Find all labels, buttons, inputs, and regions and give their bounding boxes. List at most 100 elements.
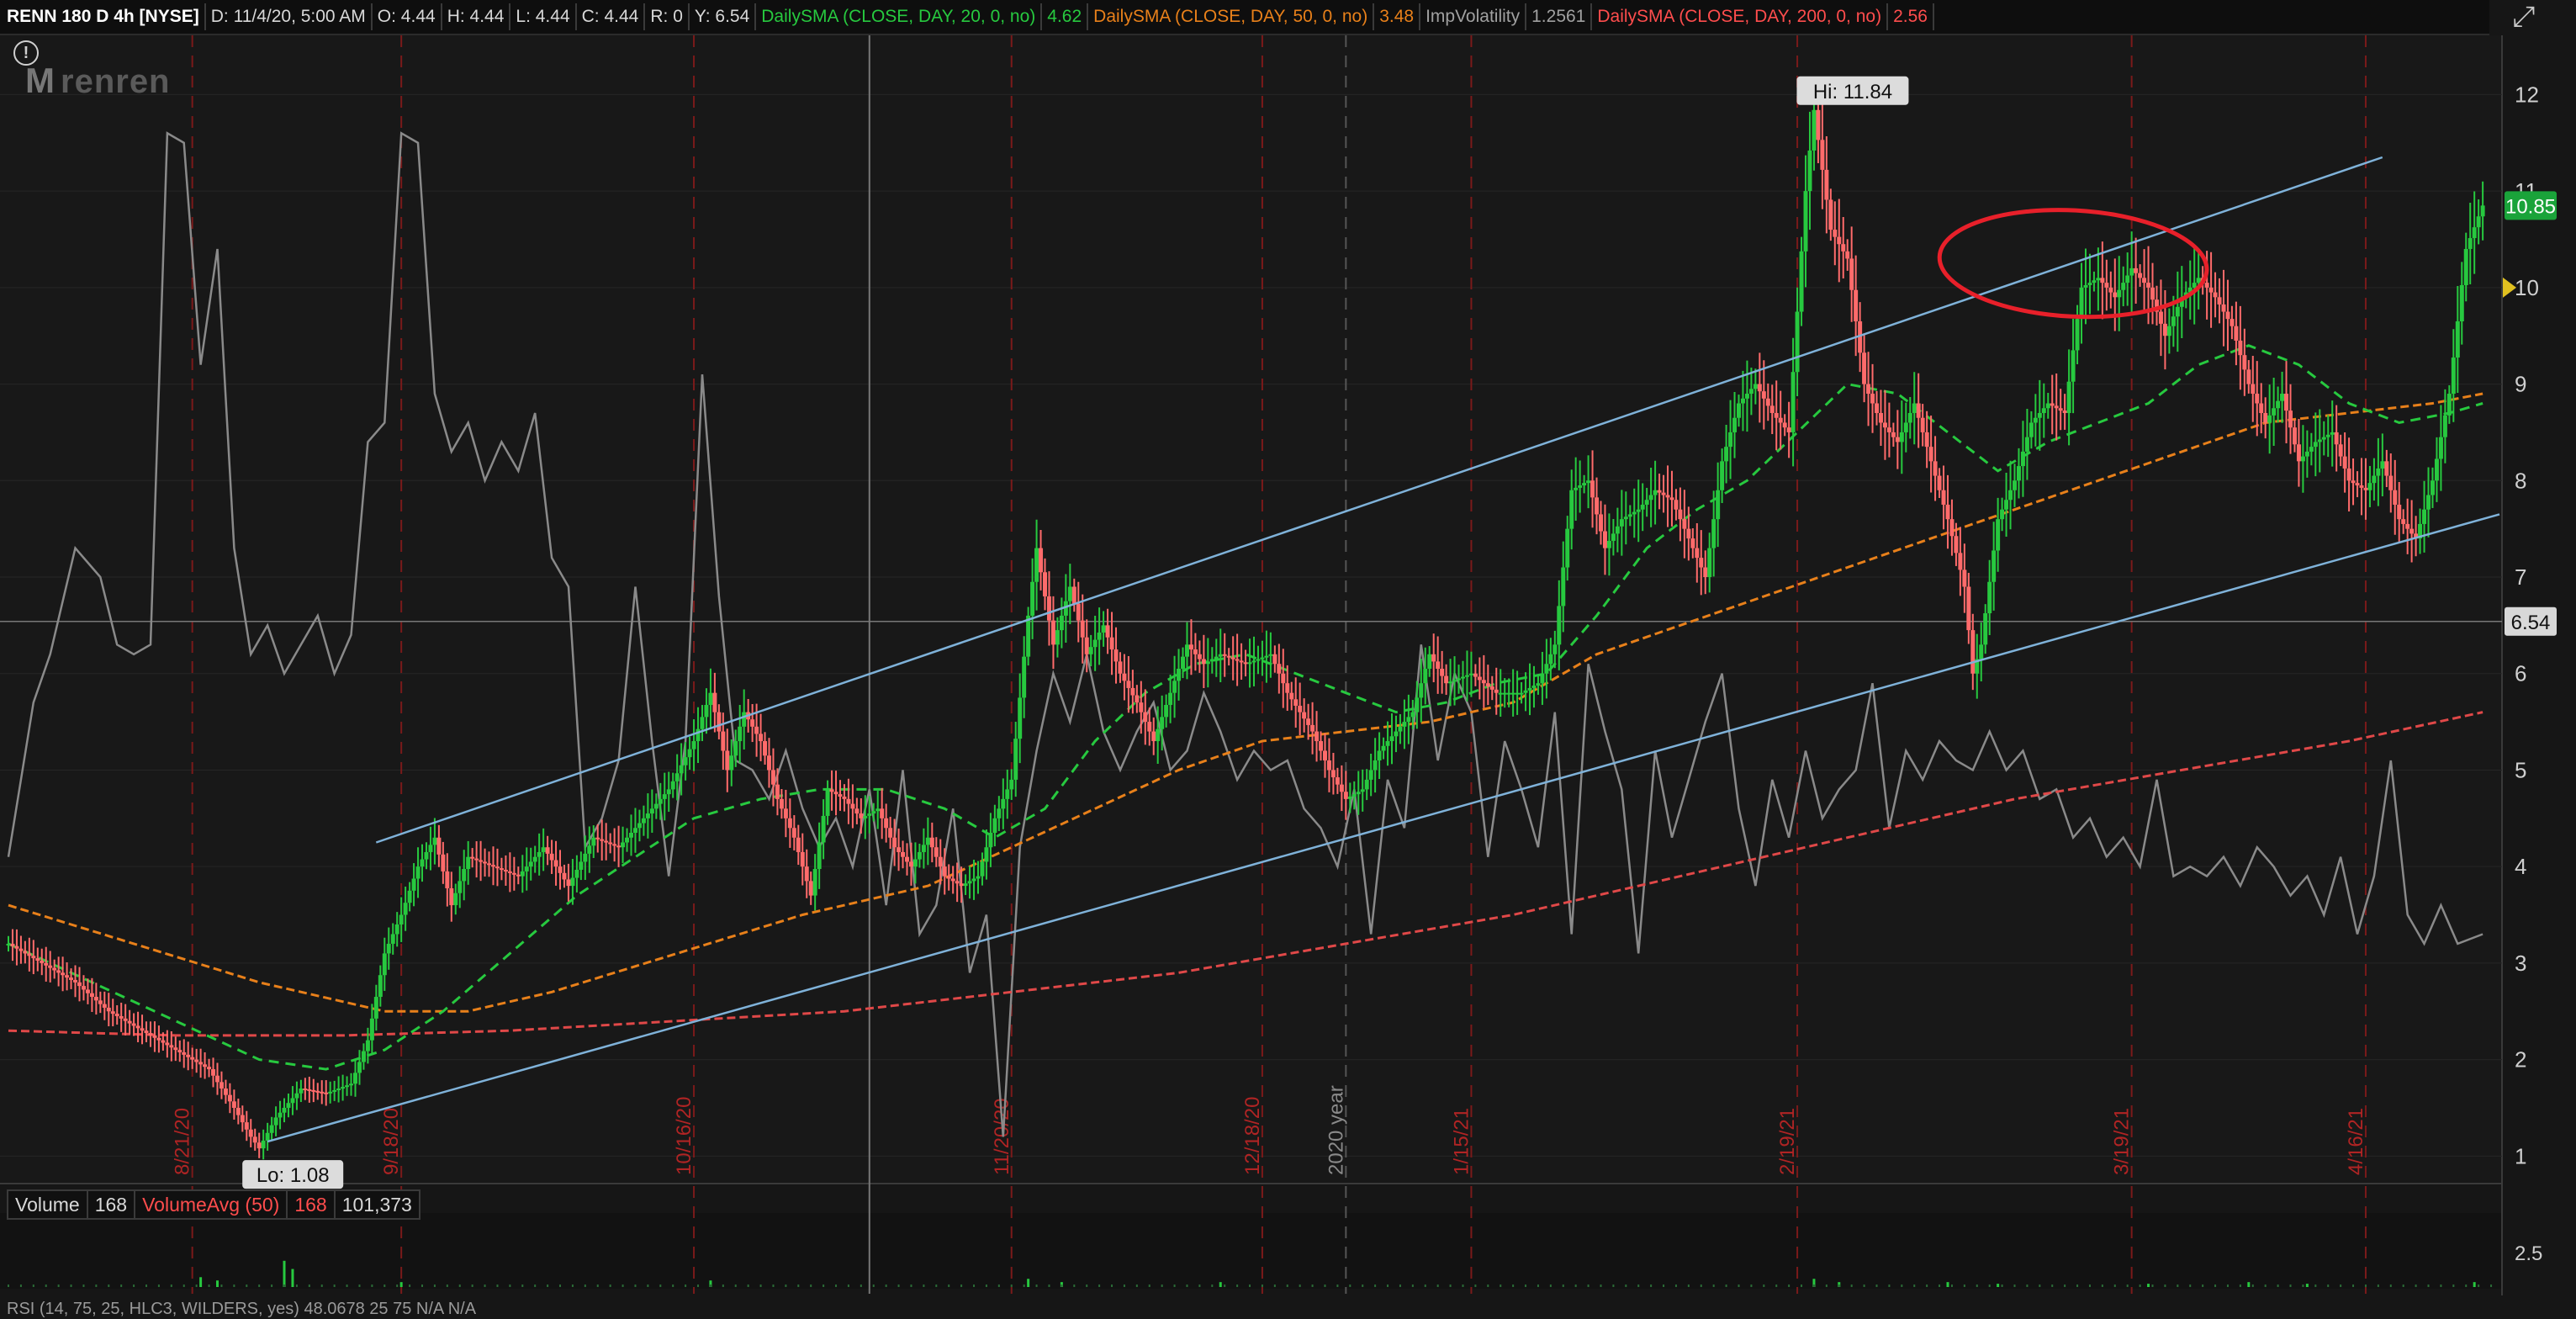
candle-body — [738, 726, 743, 742]
candle-body — [2255, 394, 2260, 404]
price-chart[interactable]: 1234567891011128/21/20 9/18/20 10/16/20 11/… — [0, 35, 2576, 1313]
candle-body — [1627, 514, 1632, 517]
candle-body — [1039, 548, 1044, 573]
volume-bar — [1211, 1285, 1214, 1287]
symbol-label[interactable]: RENN 180 D 4h [NYSE] — [0, 3, 206, 30]
candle-body — [1326, 760, 1331, 771]
candle-body — [537, 851, 542, 857]
candle-body — [286, 1103, 291, 1108]
candle-body — [674, 773, 680, 781]
candle-body — [1209, 659, 1214, 662]
candle-body — [791, 828, 796, 838]
candle-body — [2020, 451, 2025, 467]
candle-body — [700, 717, 705, 729]
volume-label[interactable]: Volume — [7, 1189, 88, 1220]
candle-body — [1828, 199, 1833, 230]
volume-bar — [120, 1285, 123, 1287]
candle-body — [373, 997, 378, 1019]
candle-body — [1569, 490, 1574, 529]
candle-body — [1648, 495, 1653, 501]
volume-bar — [1738, 1285, 1740, 1287]
candle-body — [119, 1015, 124, 1019]
candle-body — [1795, 311, 1800, 373]
candle-body — [566, 879, 571, 887]
candle-body — [382, 953, 387, 976]
candle-body — [2213, 292, 2218, 298]
sma20-study-label[interactable]: DailySMA (CLOSE, DAY, 20, 0, no) — [756, 3, 1043, 30]
candle-body — [2397, 504, 2402, 520]
candle-body — [1222, 654, 1227, 656]
candle-body — [812, 869, 817, 896]
candle-body — [2346, 468, 2351, 481]
volume-bar — [2126, 1285, 2129, 1287]
volume-bar — [1010, 1285, 1013, 1287]
candle-body — [257, 1142, 262, 1149]
volume-bar — [458, 1285, 461, 1287]
volume-avg-label[interactable]: VolumeAvg (50) — [134, 1189, 288, 1220]
candle-body — [1005, 789, 1010, 799]
candle-body — [1109, 637, 1114, 650]
sma200-study-label[interactable]: DailySMA (CLOSE, DAY, 200, 0, no) — [1592, 3, 1889, 30]
candle-body — [1139, 702, 1144, 712]
candle-body — [1753, 384, 1758, 389]
candle-body — [1009, 779, 1014, 790]
bar-range: R: 0 — [645, 3, 690, 30]
candle-body — [2263, 412, 2268, 423]
volume-bar — [258, 1285, 261, 1287]
volume-bar — [2088, 1285, 2091, 1287]
candle-body — [1310, 724, 1315, 732]
maximize-icon[interactable]: ⤢ — [2505, 2, 2542, 32]
candle-body — [152, 1035, 157, 1038]
volume-bar — [1462, 1285, 1464, 1287]
candle-body — [2459, 284, 2464, 322]
candle-body — [1640, 504, 1645, 510]
candle-body — [35, 958, 40, 961]
candle-body — [1728, 432, 1733, 448]
candle-body — [436, 837, 442, 855]
candle-body — [1996, 519, 2001, 551]
candle-body — [81, 986, 86, 990]
candle-body — [69, 977, 74, 980]
volume-bar — [1500, 1285, 1502, 1287]
volume-bar — [1035, 1285, 1038, 1287]
volume-panel — [0, 1213, 2502, 1289]
candle-body — [349, 1083, 354, 1086]
candle-body — [1256, 659, 1261, 661]
candle-body — [1653, 490, 1658, 495]
candle-body — [1791, 372, 1796, 432]
volume-bar — [596, 1285, 599, 1287]
volume-bar — [2340, 1285, 2342, 1287]
candle-body — [859, 813, 864, 818]
candle-body — [1084, 637, 1089, 654]
candle-body — [897, 847, 902, 852]
candle-body — [123, 1018, 128, 1021]
iv-study-value: 1.2561 — [1526, 3, 1593, 30]
candle-body — [2066, 381, 2071, 413]
candle-body — [683, 757, 688, 765]
candle-body — [2146, 283, 2151, 288]
sma50-study-label[interactable]: DailySMA (CLOSE, DAY, 50, 0, no) — [1088, 3, 1375, 30]
iv-study-label[interactable]: ImpVolatility — [1420, 3, 1527, 30]
candle-body — [1544, 664, 1549, 674]
candle-body — [1870, 394, 1875, 404]
volume-bar — [2440, 1285, 2442, 1287]
candle-body — [1235, 659, 1240, 661]
candle-body — [2204, 283, 2209, 288]
candle-body — [2158, 311, 2163, 324]
candle-body — [1389, 736, 1394, 742]
candle-body — [324, 1092, 329, 1094]
date-label: 12/18/20 — [1241, 1097, 1264, 1175]
rsi-study-header[interactable]: RSI (14, 75, 25, HLC3, WILDERS, yes) 48.… — [7, 1300, 476, 1319]
date-label: 4/16/21 — [2345, 1108, 2367, 1175]
candle-body — [403, 903, 408, 915]
candle-body — [759, 734, 764, 742]
candle-body — [1143, 712, 1148, 723]
candle-body — [854, 808, 860, 814]
volume-bar — [960, 1285, 963, 1287]
candle-body — [1510, 692, 1515, 695]
candle-body — [1177, 668, 1182, 681]
candle-body — [1457, 678, 1462, 681]
candle-body — [19, 948, 24, 951]
volume-bar — [1148, 1285, 1150, 1287]
candle-body — [1247, 662, 1252, 665]
